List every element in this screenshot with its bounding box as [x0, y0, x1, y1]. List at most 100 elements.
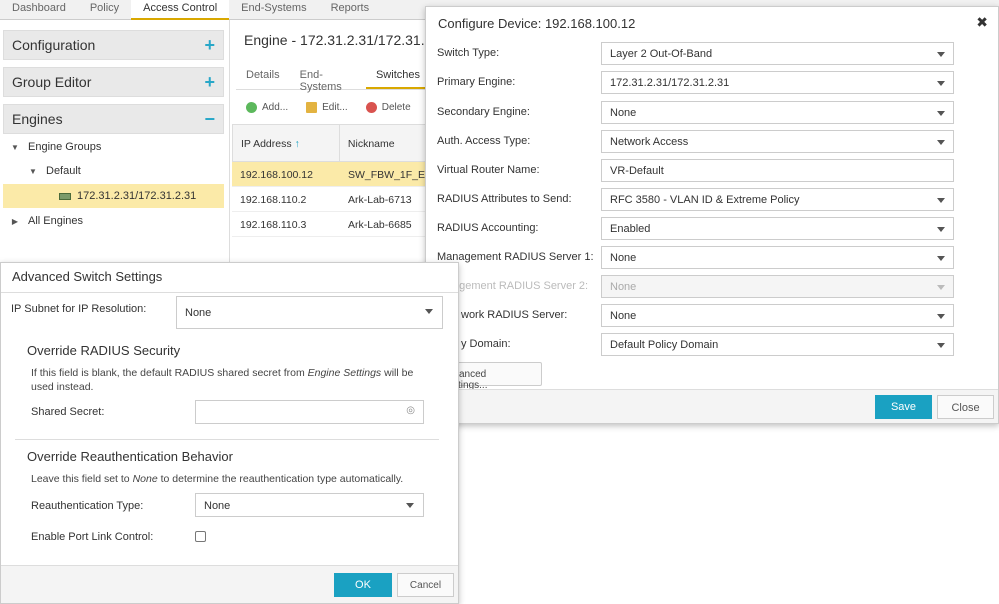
tree-item-label: 172.31.2.31/172.31.2.31	[77, 190, 197, 202]
tab-details[interactable]: Details	[236, 64, 290, 89]
caret-down-icon	[937, 314, 945, 319]
radius-security-note: If this field is blank, the default RADI…	[31, 367, 414, 393]
ip-subnet-select[interactable]: None	[176, 296, 443, 329]
shared-secret-label: Shared Secret:	[31, 406, 105, 418]
mgmt-radius-server-2-select: None	[601, 275, 954, 298]
add-button[interactable]: Add...	[246, 102, 288, 114]
ok-button[interactable]: OK	[334, 573, 392, 597]
tree-item-label: All Engines	[28, 215, 84, 227]
cancel-button[interactable]: Cancel	[397, 573, 454, 597]
configuration-label: Configuration	[12, 37, 96, 53]
auth-access-type-select[interactable]: Network Access	[601, 130, 954, 153]
configuration-panel-header[interactable]: Configuration +	[3, 30, 224, 60]
reauth-note: Leave this field set to None to determin…	[31, 473, 404, 485]
ip-subnet-label: IP Subnet for IP Resolution:	[11, 303, 147, 315]
engine-icon	[59, 192, 71, 200]
table-header: IP Address ↑ Nickname	[232, 124, 432, 162]
plus-icon[interactable]: +	[204, 72, 215, 93]
port-link-control-checkbox[interactable]	[195, 531, 206, 542]
field-policy-domain: y Domain: Default Policy Domain	[437, 333, 957, 356]
switches-table: IP Address ↑ Nickname 192.168.100.12 SW_…	[232, 124, 432, 237]
caret-down-icon	[937, 198, 945, 203]
plus-icon[interactable]: +	[204, 35, 215, 56]
reauth-type-label: Reauthentication Type:	[31, 500, 144, 512]
caret-down-icon[interactable]: ▼	[8, 143, 22, 152]
caret-down-icon	[937, 227, 945, 232]
secondary-engine-select[interactable]: None	[601, 101, 954, 124]
configure-device-dialog: Configure Device: 192.168.100.12 ✖ Switc…	[425, 6, 999, 424]
page-title: Engine - 172.31.2.31/172.31.2.31	[244, 32, 424, 48]
field-radius-attributes: RADIUS Attributes to Send: RFC 3580 - VL…	[437, 188, 957, 211]
field-auth-access-type: Auth. Access Type: Network Access	[437, 130, 957, 153]
divider	[1, 292, 458, 293]
tab-reports[interactable]: Reports	[319, 0, 382, 20]
caret-down-icon[interactable]: ▼	[26, 167, 40, 176]
field-radius-accounting: RADIUS Accounting: Enabled	[437, 217, 957, 240]
caret-right-icon[interactable]: ▶	[8, 217, 22, 226]
divider	[15, 439, 439, 440]
edit-button[interactable]: Edit...	[306, 102, 348, 114]
close-button[interactable]: Close	[937, 395, 994, 419]
table-row[interactable]: 192.168.110.3 Ark-Lab-6685	[232, 212, 432, 237]
delete-icon	[365, 102, 377, 114]
edit-icon	[306, 102, 318, 114]
tab-dashboard[interactable]: Dashboard	[0, 0, 78, 20]
toolbar: Add... Edit... Delete	[236, 98, 411, 118]
port-link-control-label: Enable Port Link Control:	[31, 531, 154, 543]
group-editor-panel-header[interactable]: Group Editor +	[3, 67, 224, 97]
reauth-type-select[interactable]: None	[195, 493, 424, 517]
tab-access-control[interactable]: Access Control	[131, 0, 230, 20]
column-header-ip-address[interactable]: IP Address ↑	[233, 125, 340, 161]
dialog-title: Configure Device: 192.168.100.12	[438, 16, 636, 31]
primary-engine-select[interactable]: 172.31.2.31/172.31.2.31	[601, 71, 954, 94]
tree-item-engine[interactable]: 172.31.2.31/172.31.2.31	[3, 184, 224, 208]
eye-slash-icon[interactable]: ◎	[406, 405, 415, 416]
close-icon[interactable]: ✖	[976, 14, 988, 31]
mgmt-radius-server-1-select[interactable]: None	[601, 246, 954, 269]
reauth-heading: Override Reauthentication Behavior	[27, 449, 233, 464]
caret-down-icon	[937, 140, 945, 145]
dialog-title: Advanced Switch Settings	[12, 269, 163, 284]
dialog-footer: OK Cancel	[1, 565, 458, 603]
shared-secret-input[interactable]: ◎	[195, 400, 424, 424]
column-header-nickname[interactable]: Nickname	[340, 125, 431, 161]
sort-ascending-icon: ↑	[294, 138, 300, 150]
radius-accounting-select[interactable]: Enabled	[601, 217, 954, 240]
table-row[interactable]: 192.168.100.12 SW_FBW_1F_EG_	[232, 162, 432, 187]
network-radius-server-select[interactable]: None	[601, 304, 954, 327]
switch-type-select[interactable]: Layer 2 Out-Of-Band	[601, 42, 954, 65]
minus-icon[interactable]: −	[204, 109, 215, 130]
tree-item-engine-groups[interactable]: ▼ Engine Groups	[0, 135, 230, 159]
tab-end-systems[interactable]: End-Systems	[290, 64, 366, 93]
save-button[interactable]: Save	[875, 395, 932, 419]
caret-down-icon	[425, 309, 433, 314]
advanced-switch-settings-dialog: Advanced Switch Settings IP Subnet for I…	[0, 262, 459, 604]
engines-panel-header[interactable]: Engines −	[3, 104, 224, 134]
tree-item-default[interactable]: ▼ Default	[0, 159, 230, 183]
field-virtual-router-name: Virtual Router Name: VR-Default	[437, 159, 957, 182]
field-switch-type: Switch Type: Layer 2 Out-Of-Band	[437, 42, 957, 65]
virtual-router-name-input[interactable]: VR-Default	[601, 159, 954, 182]
tab-switches[interactable]: Switches	[365, 64, 430, 89]
caret-down-icon	[937, 343, 945, 348]
delete-button[interactable]: Delete	[365, 102, 411, 114]
caret-down-icon	[937, 52, 945, 57]
field-mgmt-radius-server-2: agement RADIUS Server 2: None	[437, 275, 957, 298]
table-row[interactable]: 192.168.110.2 Ark-Lab-6713	[232, 187, 432, 212]
caret-down-icon	[937, 111, 945, 116]
add-icon	[246, 102, 257, 114]
tab-policy[interactable]: Policy	[78, 0, 131, 20]
field-secondary-engine: Secondary Engine: None	[437, 101, 957, 124]
tree-item-all-engines[interactable]: ▶ All Engines	[0, 209, 230, 233]
radius-attributes-select[interactable]: RFC 3580 - VLAN ID & Extreme Policy	[601, 188, 954, 211]
radius-security-heading: Override RADIUS Security	[27, 343, 181, 358]
tree-item-label: Engine Groups	[28, 141, 102, 153]
field-network-radius-server: work RADIUS Server: None	[437, 304, 957, 327]
dialog-footer: Save Close	[426, 389, 998, 423]
tree-item-label: Default	[46, 165, 81, 177]
caret-down-icon	[406, 503, 414, 508]
tab-end-systems[interactable]: End-Systems	[229, 0, 318, 20]
engines-label: Engines	[12, 111, 63, 127]
field-primary-engine: Primary Engine: 172.31.2.31/172.31.2.31	[437, 71, 957, 94]
policy-domain-select[interactable]: Default Policy Domain	[601, 333, 954, 356]
